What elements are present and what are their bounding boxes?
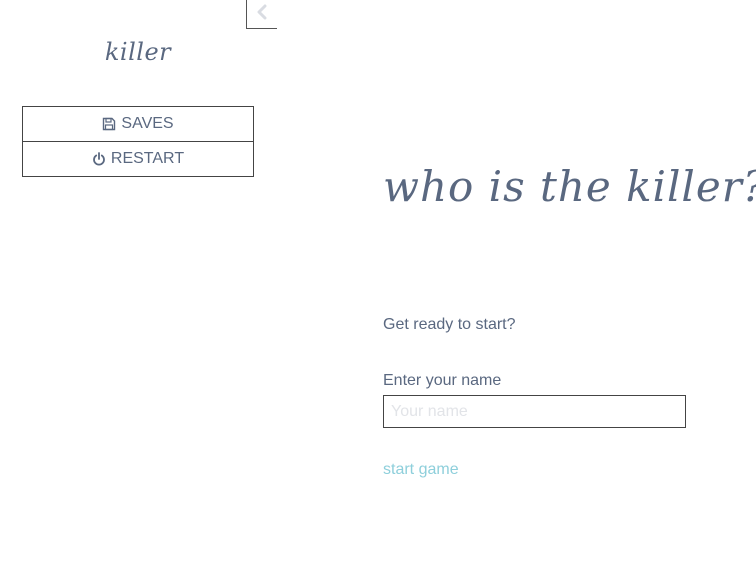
story-title: killer	[104, 38, 172, 66]
saves-label: SAVES	[121, 115, 174, 132]
sidebar-collapse-button[interactable]	[246, 0, 277, 29]
restart-label: RESTART	[110, 150, 185, 167]
ready-prompt-text: Get ready to start?	[383, 316, 516, 333]
sidebar: killer SAVES RESTART	[0, 0, 278, 567]
chevron-left-icon	[256, 4, 268, 25]
floppy-disk-icon	[102, 117, 116, 131]
passage-title: who is the killer?	[383, 162, 756, 211]
passage: who is the killer? Get ready to start? E…	[383, 0, 756, 567]
start-game-link[interactable]: start game	[383, 461, 459, 479]
sidebar-menu: SAVES RESTART	[22, 106, 254, 177]
saves-button[interactable]: SAVES	[23, 107, 253, 141]
story-page: killer SAVES RESTART who is the killer? …	[0, 0, 756, 567]
power-icon	[92, 152, 106, 166]
restart-button[interactable]: RESTART	[23, 141, 253, 176]
name-input[interactable]	[383, 395, 686, 428]
name-field-label: Enter your name	[383, 372, 502, 389]
